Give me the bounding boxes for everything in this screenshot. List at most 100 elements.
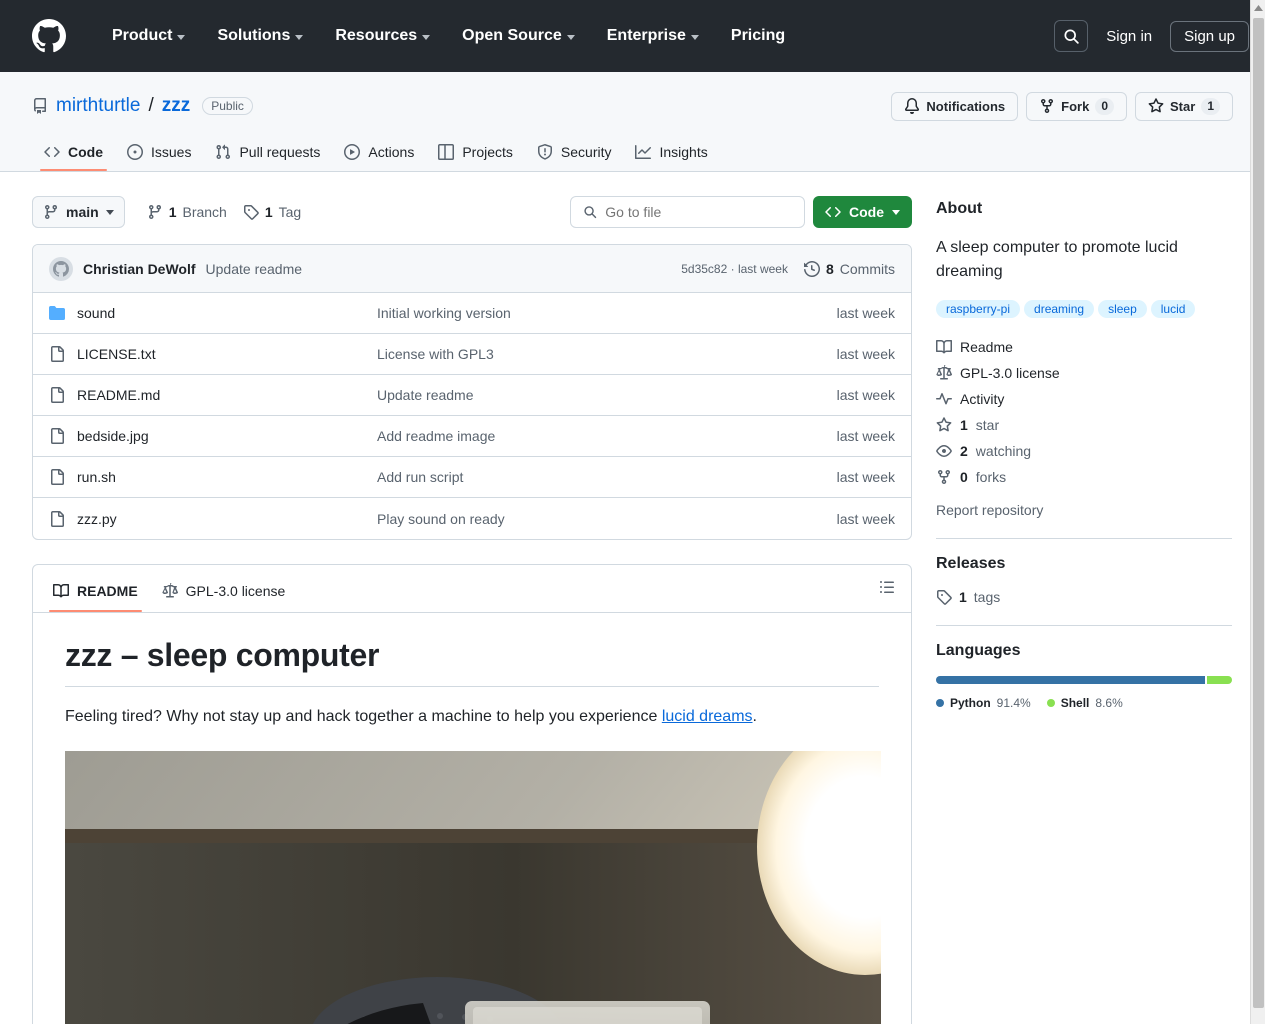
page-scrollbar[interactable] <box>1250 0 1265 1024</box>
divider <box>936 625 1232 626</box>
nav-item-pricing[interactable]: Pricing <box>715 21 801 51</box>
language-color-dot <box>1046 699 1055 707</box>
sidebar-link-readme[interactable]: Readme <box>936 334 1232 360</box>
tab-code[interactable]: Code <box>32 136 115 171</box>
file-name[interactable]: run.sh <box>77 469 377 485</box>
commit-author[interactable]: Christian DeWolf <box>83 261 196 277</box>
file-commit-message[interactable]: Update readme <box>377 387 837 403</box>
nav-label: Resources <box>335 27 418 44</box>
list-unordered-icon[interactable] <box>871 573 903 612</box>
file-commit-message[interactable]: Add readme image <box>377 428 837 444</box>
breadcrumb: mirthturtle / zzz Public <box>32 95 253 117</box>
language-item-python[interactable]: Python 91.4% <box>936 696 1031 710</box>
code-download-button[interactable]: Code <box>813 196 912 228</box>
file-name[interactable]: bedside.jpg <box>77 428 377 444</box>
tab-security[interactable]: Security <box>525 136 624 171</box>
sidebar-link-forks[interactable]: 0 forks <box>936 464 1232 490</box>
table-row[interactable]: LICENSE.txt License with GPL3 last week <box>33 334 911 375</box>
topic-tag[interactable]: sleep <box>1098 300 1147 318</box>
scrollbar-thumb[interactable] <box>1253 18 1264 1008</box>
avatar[interactable] <box>49 256 73 281</box>
commit-message[interactable]: Update readme <box>206 261 303 277</box>
file-name[interactable]: README.md <box>77 387 377 403</box>
repo-owner-link[interactable]: mirthturtle <box>56 95 140 117</box>
nav-label: Product <box>112 27 173 44</box>
nav-item-solutions[interactable]: Solutions <box>201 21 319 51</box>
nav-item-resources[interactable]: Resources <box>319 21 446 51</box>
file-age: last week <box>836 428 895 444</box>
language-item-shell[interactable]: Shell 8.6% <box>1046 696 1123 710</box>
readme-tabs: README GPL-3.0 license <box>33 565 911 613</box>
sign-up-button[interactable]: Sign up <box>1170 20 1249 52</box>
sign-in-link[interactable]: Sign in <box>1102 28 1156 45</box>
tab-issues[interactable]: Issues <box>115 136 203 171</box>
commit-sha-time[interactable]: 5d35c82 · last week <box>681 262 788 276</box>
language-segment-shell[interactable] <box>1206 676 1232 684</box>
notifications-button[interactable]: Notifications <box>891 91 1019 121</box>
paragraph-text-after: . <box>752 708 757 725</box>
topic-tag[interactable]: raspberry-pi <box>936 300 1021 318</box>
sidebar-link-label: Readme <box>960 339 1013 355</box>
readme-image <box>65 751 881 1024</box>
releases-tag-count: 1 <box>959 589 967 605</box>
tab-license[interactable]: GPL-3.0 license <box>150 575 298 611</box>
nav-item-product[interactable]: Product <box>96 21 201 51</box>
report-repository-link[interactable]: Report repository <box>936 502 1232 518</box>
lucid-dreams-link[interactable]: lucid dreams <box>662 708 753 725</box>
go-to-file-input[interactable] <box>605 204 792 220</box>
tab-pull-requests[interactable]: Pull requests <box>203 136 332 171</box>
table-row[interactable]: sound Initial working version last week <box>33 293 911 334</box>
sidebar-link-watchers[interactable]: 2 watching <box>936 438 1232 464</box>
watching-count: 2 <box>960 443 968 459</box>
file-commit-message[interactable]: Play sound on ready <box>377 511 837 527</box>
language-segment-python[interactable] <box>936 676 1205 684</box>
topic-tag[interactable]: dreaming <box>1024 300 1095 318</box>
sidebar-link-activity[interactable]: Activity <box>936 386 1232 412</box>
commits-history-link[interactable]: 8 Commits <box>803 260 895 277</box>
github-logo-icon[interactable] <box>32 19 66 53</box>
sidebar-link-license[interactable]: GPL-3.0 license <box>936 360 1232 386</box>
chevron-down-icon <box>422 34 431 40</box>
tab-projects[interactable]: Projects <box>426 136 525 171</box>
file-name[interactable]: sound <box>77 305 377 321</box>
sidebar-link-stars[interactable]: 1 star <box>936 412 1232 438</box>
branch-count-link[interactable]: 1 Branch <box>139 204 235 220</box>
about-description: A sleep computer to promote lucid dreami… <box>936 239 1178 280</box>
file-name[interactable]: LICENSE.txt <box>77 346 377 362</box>
language-name: Python <box>950 696 991 710</box>
tab-insights[interactable]: Insights <box>623 136 719 171</box>
file-commit-message[interactable]: Add run script <box>377 469 837 485</box>
file-commit-message[interactable]: Initial working version <box>377 305 837 321</box>
breadcrumb-separator: / <box>148 95 154 116</box>
file-age: last week <box>836 305 895 321</box>
commits-count: 8 <box>825 260 834 277</box>
topic-tag[interactable]: lucid <box>1150 300 1196 318</box>
nav-item-open-source[interactable]: Open Source <box>446 21 591 51</box>
table-row[interactable]: README.md Update readme last week <box>33 375 911 416</box>
nav-item-enterprise[interactable]: Enterprise <box>591 21 715 51</box>
page-body: main 1 Branch 1 Tag Go to file Code Chri… <box>0 172 1265 1024</box>
fork-button[interactable]: Fork 0 <box>1026 91 1128 121</box>
star-button[interactable]: Star 1 <box>1135 91 1233 121</box>
nav-label: Open Source <box>462 27 562 44</box>
sidebar-link-label: forks <box>975 469 1007 485</box>
branch-selector[interactable]: main <box>32 196 125 228</box>
file-name[interactable]: zzz.py <box>77 511 377 527</box>
tag-count-link[interactable]: 1 Tag <box>235 204 309 220</box>
readme-paragraph: Feeling tired? Why not stay up and hack … <box>65 705 879 729</box>
tab-label: Issues <box>151 144 192 160</box>
releases-tags-link[interactable]: 1 tags <box>936 589 1232 605</box>
search-button[interactable] <box>1054 20 1089 52</box>
tab-readme[interactable]: README <box>41 575 150 612</box>
scroll-up-arrow-icon[interactable] <box>1251 0 1265 16</box>
github-repo-page: Product Solutions Resources Open Source … <box>0 0 1265 1024</box>
chevron-down-icon <box>295 34 304 40</box>
file-commit-message[interactable]: License with GPL3 <box>377 346 837 362</box>
table-row[interactable]: bedside.jpg Add readme image last week <box>33 416 911 457</box>
table-row[interactable]: run.sh Add run script last week <box>33 457 911 498</box>
divider <box>936 538 1232 539</box>
repo-name-link[interactable]: zzz <box>162 95 191 117</box>
table-row[interactable]: zzz.py Play sound on ready last week <box>33 498 911 539</box>
go-to-file-search[interactable] <box>570 196 805 228</box>
tab-actions[interactable]: Actions <box>332 136 426 171</box>
